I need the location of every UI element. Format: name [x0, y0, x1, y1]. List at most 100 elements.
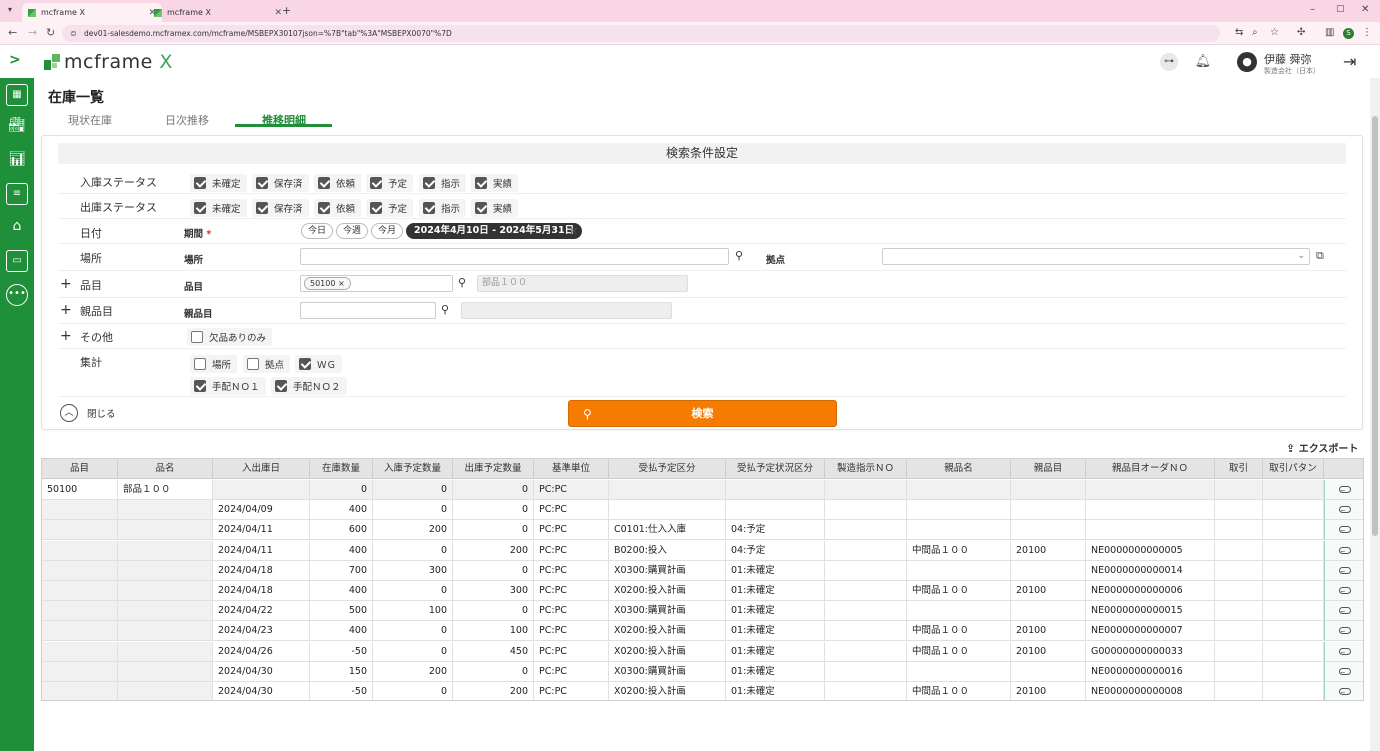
- today-button[interactable]: 今日: [301, 223, 334, 239]
- checkbox-box[interactable]: [194, 202, 206, 214]
- checkbox-box[interactable]: [475, 202, 487, 214]
- in-status-checkbox[interactable]: 指示: [419, 174, 467, 192]
- in-status-checkbox[interactable]: 依頼: [314, 174, 362, 192]
- in-status-checkbox[interactable]: 実績: [471, 174, 519, 192]
- column-header[interactable]: 受払予定状況区分: [726, 459, 825, 479]
- browser-menu-icon[interactable]: ⋮: [1362, 27, 1372, 38]
- out-status-checkbox[interactable]: 未確定: [190, 199, 247, 217]
- more-icon[interactable]: •••: [6, 284, 28, 306]
- checkbox-box[interactable]: [318, 202, 330, 214]
- forward-icon[interactable]: →: [28, 26, 37, 39]
- tab-daily-trend[interactable]: 日次推移: [165, 112, 209, 128]
- row-menu-button[interactable]: [1324, 520, 1363, 541]
- location-search-icon[interactable]: ⚲: [735, 249, 743, 262]
- expand-sidebar-icon[interactable]: >: [9, 52, 21, 68]
- expand-other-icon[interactable]: +: [60, 328, 72, 344]
- checkbox-box[interactable]: [275, 380, 287, 392]
- row-menu-button[interactable]: [1324, 540, 1363, 561]
- in-status-checkbox[interactable]: 予定: [366, 174, 414, 192]
- tab-current-stock[interactable]: 現状在庫: [68, 112, 112, 128]
- address-bar[interactable]: ⊜ dev01-salesdemo.mcframex.com/mcframe/M…: [62, 25, 1220, 42]
- maximize-icon[interactable]: ▢: [1336, 4, 1345, 14]
- back-icon[interactable]: ←: [8, 26, 17, 39]
- zoom-icon[interactable]: ⌕: [1252, 27, 1258, 38]
- row-menu-button[interactable]: [1324, 641, 1363, 662]
- this-week-button[interactable]: 今週: [336, 223, 369, 239]
- reload-icon[interactable]: ↻: [46, 26, 55, 39]
- minimize-icon[interactable]: –: [1310, 4, 1315, 15]
- clear-period-icon[interactable]: ×: [569, 224, 578, 237]
- column-header[interactable]: 品名: [118, 459, 213, 479]
- item-search-icon[interactable]: ⚲: [458, 276, 466, 289]
- checkbox-box[interactable]: [299, 358, 311, 370]
- user-avatar-icon[interactable]: ●: [1237, 52, 1257, 72]
- column-header[interactable]: 在庫数量: [310, 459, 373, 479]
- aggregation-checkbox[interactable]: 手配ＮＯ２: [271, 377, 347, 395]
- column-header[interactable]: 入庫予定数量: [373, 459, 453, 479]
- warehouse-icon[interactable]: ⌂: [6, 217, 28, 239]
- extensions-icon[interactable]: ✣: [1297, 27, 1305, 38]
- site-info-icon[interactable]: ⊜: [70, 25, 77, 42]
- checkbox-box[interactable]: [194, 380, 206, 392]
- bookmark-star-icon[interactable]: ☆: [1270, 27, 1279, 38]
- column-header[interactable]: 入出庫日: [213, 459, 310, 479]
- out-status-checkbox[interactable]: 実績: [471, 199, 519, 217]
- checkbox-box[interactable]: [194, 177, 206, 189]
- checkbox-box[interactable]: [423, 202, 435, 214]
- page-scrollbar-thumb[interactable]: [1372, 116, 1378, 536]
- browser-tab[interactable]: mcframe X ✕: [148, 3, 288, 22]
- column-header[interactable]: 品目: [42, 459, 118, 479]
- period-range-chip[interactable]: 2024年4月10日 - 2024年5月31日: [406, 223, 583, 239]
- expand-parent-icon[interactable]: +: [60, 302, 72, 318]
- new-tab-icon[interactable]: +: [282, 4, 291, 17]
- checkbox-box[interactable]: [256, 177, 268, 189]
- row-menu-button[interactable]: [1324, 500, 1363, 521]
- row-menu-button[interactable]: [1324, 480, 1363, 500]
- out-status-checkbox[interactable]: 予定: [366, 199, 414, 217]
- column-header[interactable]: 製造指示ＮＯ: [825, 459, 907, 479]
- column-header[interactable]: 親品目: [1011, 459, 1086, 479]
- column-header[interactable]: 取引: [1215, 459, 1263, 479]
- out-status-checkbox[interactable]: 依頼: [314, 199, 362, 217]
- site-select[interactable]: ⌄: [882, 248, 1310, 265]
- column-header[interactable]: 親品名: [907, 459, 1011, 479]
- column-header[interactable]: 取引パタン: [1263, 459, 1324, 479]
- column-header[interactable]: 基準単位: [534, 459, 609, 479]
- document-icon[interactable]: ≡: [6, 183, 28, 205]
- close-panel-button[interactable]: ︿ 閉じる: [60, 404, 116, 422]
- checkbox-box[interactable]: [370, 177, 382, 189]
- row-menu-button[interactable]: [1324, 621, 1363, 642]
- aggregation-checkbox[interactable]: 場所: [190, 355, 238, 373]
- checkbox-box[interactable]: [475, 177, 487, 189]
- browser-tab-active[interactable]: mcframe X ✕: [22, 3, 162, 22]
- parent-search-icon[interactable]: ⚲: [441, 303, 449, 316]
- row-menu-button[interactable]: [1324, 581, 1363, 601]
- copy-icon[interactable]: ⧉: [1316, 249, 1324, 263]
- aggregation-checkbox[interactable]: ＷＧ: [295, 355, 343, 373]
- checkbox-box[interactable]: [247, 358, 259, 370]
- aggregation-checkbox[interactable]: 手配ＮＯ１: [190, 377, 266, 395]
- this-month-button[interactable]: 今月: [371, 223, 404, 239]
- expand-item-icon[interactable]: +: [60, 276, 72, 292]
- checkbox-box[interactable]: [318, 177, 330, 189]
- checkbox-box[interactable]: [256, 202, 268, 214]
- location-input[interactable]: [300, 248, 729, 265]
- checkbox-box[interactable]: [194, 358, 206, 370]
- profile-icon[interactable]: S: [1343, 28, 1354, 39]
- row-menu-button[interactable]: [1324, 560, 1363, 581]
- checkbox-box[interactable]: [191, 331, 203, 343]
- logout-icon[interactable]: ⇥: [1343, 52, 1361, 72]
- column-header[interactable]: 出庫予定数量: [453, 459, 534, 479]
- row-menu-button[interactable]: [1324, 661, 1363, 682]
- checkbox-box[interactable]: [423, 177, 435, 189]
- column-header[interactable]: 親品目オーダＮＯ: [1086, 459, 1215, 479]
- window-close-icon[interactable]: ✕: [1361, 4, 1369, 15]
- parent-item-input[interactable]: [300, 302, 436, 319]
- row-menu-button[interactable]: [1324, 682, 1363, 700]
- translate-icon[interactable]: ⇆: [1235, 27, 1243, 38]
- out-status-checkbox[interactable]: 指示: [419, 199, 467, 217]
- close-tab-icon[interactable]: ✕: [274, 8, 282, 18]
- search-button[interactable]: ⚲ 検索: [568, 400, 837, 427]
- bell-icon[interactable]: 🔔︎: [1194, 53, 1212, 71]
- checkbox-box[interactable]: [370, 202, 382, 214]
